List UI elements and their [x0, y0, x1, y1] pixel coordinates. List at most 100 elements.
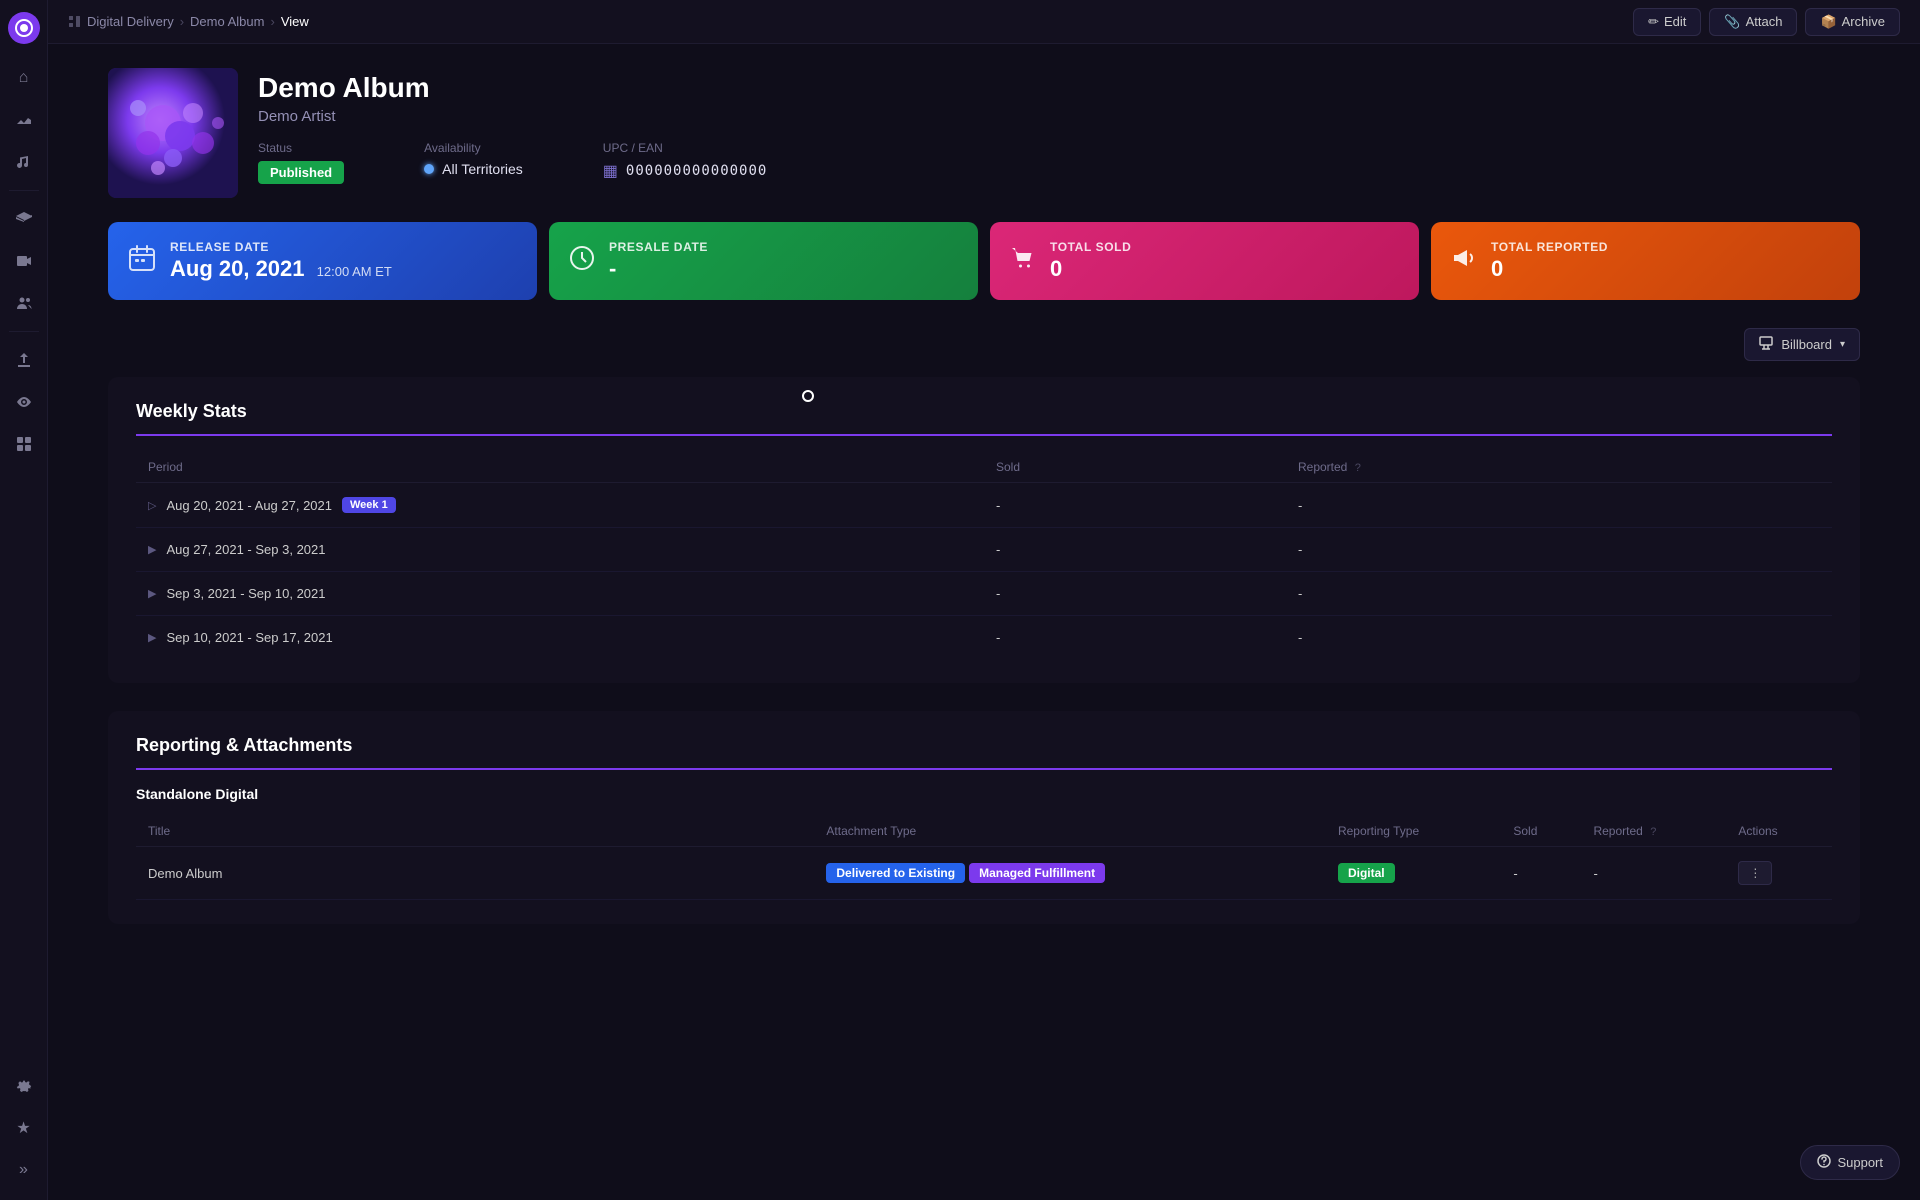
topbar: Digital Delivery › Demo Album › View ✏ E… — [48, 0, 1920, 44]
reported-help-icon[interactable]: ? — [1355, 462, 1361, 474]
table-row: ▶ Sep 3, 2021 - Sep 10, 2021 - - — [136, 572, 1832, 616]
sold-cell: - — [1501, 847, 1581, 900]
upc-meta: UPC / EAN ▦ 000000000000000 — [603, 141, 768, 181]
breadcrumb-root[interactable]: Digital Delivery — [87, 14, 174, 29]
album-meta: Status Published Availability All Territ… — [258, 141, 1860, 184]
expand-row-icon[interactable]: ▶ — [148, 587, 156, 600]
table-row: ▷ Aug 20, 2021 - Aug 27, 2021 Week 1 - - — [136, 483, 1832, 528]
sold-value: - — [984, 483, 1286, 528]
album-artist: Demo Artist — [258, 108, 1860, 125]
reported-value: - — [1286, 528, 1832, 572]
presale-date-value: - — [609, 256, 708, 282]
reporting-title: Reporting & Attachments — [136, 735, 1832, 770]
table-row: ▶ Aug 27, 2021 - Sep 3, 2021 - - — [136, 528, 1832, 572]
week-badge: Week 1 — [342, 497, 396, 513]
sidebar-divider-2 — [9, 331, 39, 332]
presale-date-card: Presale Date - — [549, 222, 978, 300]
upc-label: UPC / EAN — [603, 141, 768, 155]
period-text: Sep 10, 2021 - Sep 17, 2021 — [166, 630, 332, 645]
support-icon — [1817, 1154, 1831, 1171]
attach-button[interactable]: 📎 Attach — [1709, 8, 1797, 36]
col-reporting: Reporting Type — [1326, 816, 1501, 847]
col-title: Title — [136, 816, 814, 847]
col-sold: Sold — [1501, 816, 1581, 847]
total-reported-label: Total Reported — [1491, 240, 1608, 254]
availability-label: Availability — [424, 141, 523, 155]
eye-icon[interactable] — [6, 384, 42, 420]
presale-date-label: Presale Date — [609, 240, 708, 254]
presale-date-info: Presale Date - — [609, 240, 708, 282]
archive-button[interactable]: 📦 Archive — [1805, 8, 1900, 36]
stat-cards-row: Release Date Aug 20, 2021 12:00 AM ET Pr… — [108, 222, 1860, 300]
page-content: Demo Album Demo Artist Status Published … — [48, 44, 1920, 1200]
expand-row-icon[interactable]: ▷ — [148, 499, 156, 512]
release-date-value: Aug 20, 2021 12:00 AM ET — [170, 256, 392, 282]
expand-row-icon[interactable]: ▶ — [148, 543, 156, 556]
upload-icon[interactable] — [6, 342, 42, 378]
sold-value: - — [984, 528, 1286, 572]
total-reported-value: 0 — [1491, 256, 1608, 282]
availability-row: All Territories — [424, 161, 523, 177]
breadcrumb-parent[interactable]: Demo Album — [190, 14, 264, 29]
people-icon[interactable] — [6, 285, 42, 321]
calendar-icon — [128, 244, 156, 278]
actions-cell: ⋮ — [1726, 847, 1832, 900]
breadcrumb: Digital Delivery › Demo Album › View — [68, 14, 309, 29]
sidebar: ⌂ ★ » — [0, 0, 48, 1200]
sidebar-divider — [9, 190, 39, 191]
video-icon[interactable] — [6, 243, 42, 279]
release-date-sub: 12:00 AM ET — [317, 264, 392, 279]
expand-sidebar-icon[interactable]: » — [6, 1152, 42, 1188]
album-artwork — [108, 68, 238, 198]
col-actions: Actions — [1726, 816, 1832, 847]
total-reported-card: Total Reported 0 — [1431, 222, 1860, 300]
topbar-actions: ✏ Edit 📎 Attach 📦 Archive — [1633, 8, 1900, 36]
attachment-type-cell: Delivered to ExistingManaged Fulfillment — [814, 847, 1326, 900]
availability-value: All Territories — [442, 161, 523, 177]
chevron-down-icon: ▾ — [1840, 339, 1845, 350]
billboard-dropdown[interactable]: Billboard ▾ — [1744, 328, 1860, 361]
weekly-stats-title: Weekly Stats — [136, 401, 1832, 436]
availability-meta: Availability All Territories — [424, 141, 523, 177]
weekly-stats-section: Weekly Stats Period Sold Reported ? — [108, 377, 1860, 683]
app-logo[interactable] — [8, 12, 40, 44]
status-meta: Status Published — [258, 141, 344, 184]
table-row: ▶ Sep 10, 2021 - Sep 17, 2021 - - — [136, 616, 1832, 660]
grid-icon[interactable] — [6, 426, 42, 462]
barcode-icon: ▦ — [603, 161, 618, 181]
reported-help-icon-2[interactable]: ? — [1650, 826, 1656, 838]
release-date-card: Release Date Aug 20, 2021 12:00 AM ET — [108, 222, 537, 300]
reported-value: - — [1286, 483, 1832, 528]
reporting-type-tag: Digital — [1338, 863, 1395, 883]
clock-icon — [569, 245, 595, 277]
album-title: Demo Album — [258, 72, 1860, 104]
layers-icon[interactable] — [6, 201, 42, 237]
support-button[interactable]: Support — [1800, 1145, 1900, 1180]
reporting-section: Reporting & Attachments Standalone Digit… — [108, 711, 1860, 924]
action-button[interactable]: ⋮ — [1738, 861, 1772, 885]
reporting-table: Title Attachment Type Reporting Type Sol… — [136, 816, 1832, 900]
attachment-tag: Delivered to Existing — [826, 863, 965, 883]
settings-icon[interactable] — [6, 1068, 42, 1104]
col-reported: Reported ? — [1581, 816, 1726, 847]
attach-icon: 📎 — [1724, 14, 1740, 30]
music-icon[interactable] — [6, 144, 42, 180]
billboard-row: Billboard ▾ — [108, 328, 1860, 361]
total-sold-value: 0 — [1050, 256, 1131, 282]
weekly-stats-table: Period Sold Reported ? ▷ Aug 20, 2021 - … — [136, 452, 1832, 659]
total-sold-label: Total Sold — [1050, 240, 1131, 254]
reporting-sub-title: Standalone Digital — [136, 786, 1832, 802]
breadcrumb-sep-2: › — [270, 14, 274, 29]
star-icon[interactable]: ★ — [6, 1110, 42, 1146]
period-text: Aug 20, 2021 - Aug 27, 2021 — [166, 498, 332, 513]
attachment-tag: Managed Fulfillment — [969, 863, 1105, 883]
support-label: Support — [1837, 1155, 1883, 1170]
expand-row-icon[interactable]: ▶ — [148, 631, 156, 644]
chart-icon[interactable] — [6, 102, 42, 138]
reported-value: - — [1286, 572, 1832, 616]
availability-dot — [424, 164, 434, 174]
period-text: Sep 3, 2021 - Sep 10, 2021 — [166, 586, 325, 601]
edit-button[interactable]: ✏ Edit — [1633, 8, 1701, 36]
home-icon[interactable]: ⌂ — [6, 60, 42, 96]
reported-cell: - — [1581, 847, 1726, 900]
